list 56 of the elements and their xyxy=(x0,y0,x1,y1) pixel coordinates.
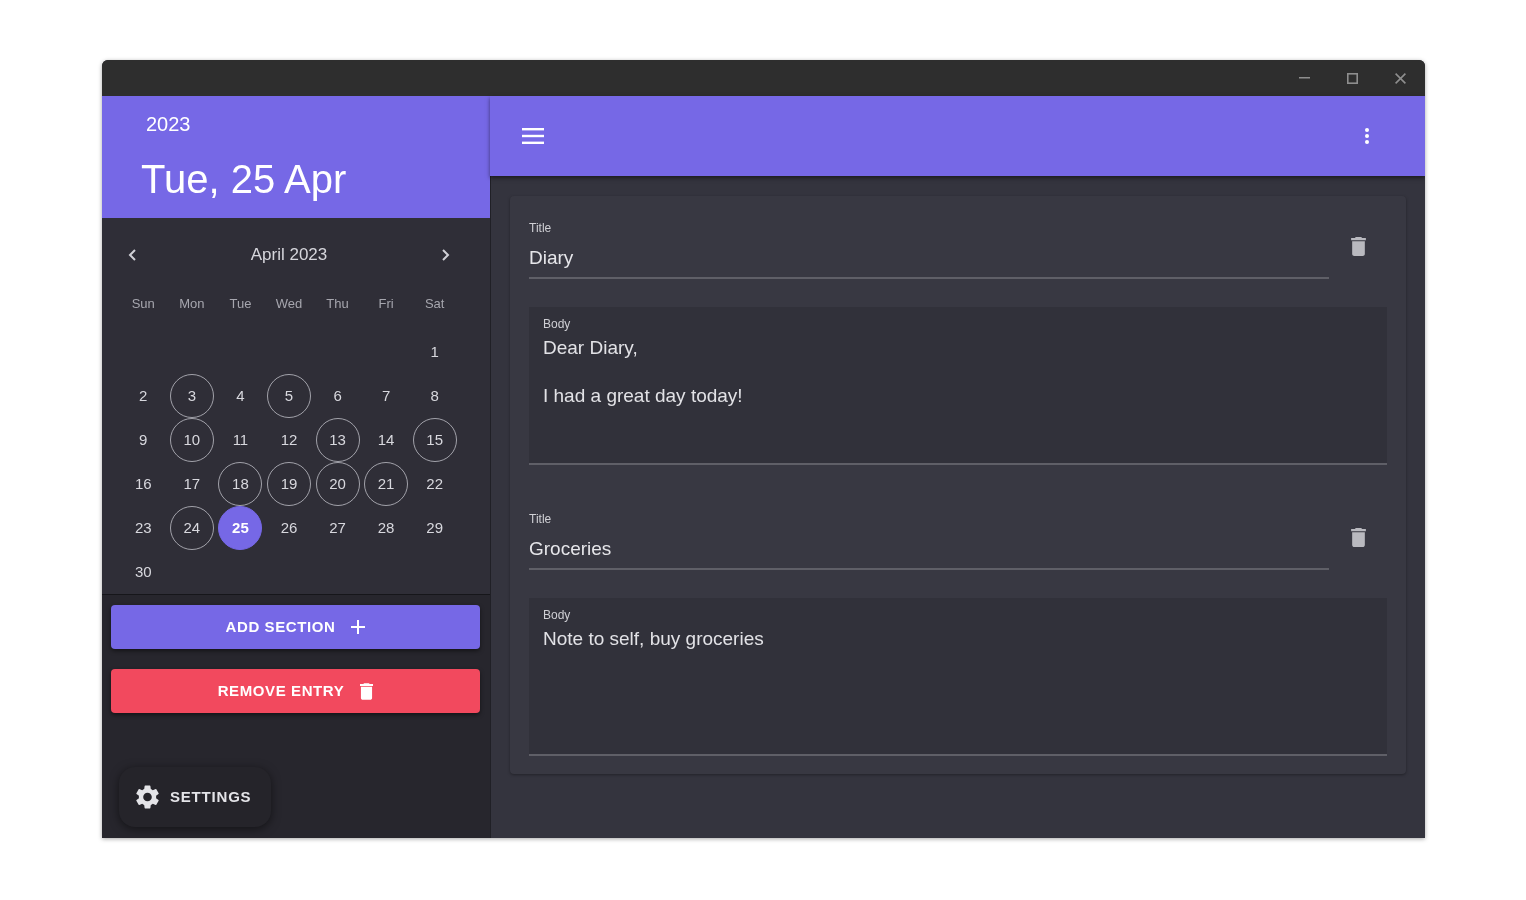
more-options-icon[interactable] xyxy=(1365,128,1369,144)
calendar-day[interactable]: 26 xyxy=(267,506,311,550)
title-text: Diary xyxy=(529,246,574,270)
weekday-label: Sun xyxy=(131,295,155,314)
calendar-day[interactable]: 25 xyxy=(218,506,263,550)
body-text: Note to self, buy groceries xyxy=(543,627,764,651)
trash-icon[interactable] xyxy=(1350,237,1366,256)
year-label[interactable]: 2023 xyxy=(146,112,191,136)
trash-icon[interactable] xyxy=(1350,528,1366,547)
maximize-icon[interactable] xyxy=(1347,72,1358,84)
weekday-label: Wed xyxy=(275,295,303,314)
body-text: Dear Diary, I had a great day today! xyxy=(543,336,743,408)
calendar-day[interactable]: 16 xyxy=(121,462,166,506)
selected-date: Tue, 25 Apr xyxy=(141,156,347,202)
calendar-day[interactable]: 1 xyxy=(412,330,457,374)
menu-icon[interactable] xyxy=(522,128,544,144)
calendar-day[interactable]: 17 xyxy=(169,462,214,506)
title-field[interactable]: Title Diary xyxy=(529,220,1329,279)
weekday-label: Sat xyxy=(424,295,445,314)
calendar-day[interactable]: 14 xyxy=(364,418,409,462)
remove-entry-button[interactable]: REMOVE ENTRY xyxy=(111,669,480,713)
title-label: Title xyxy=(529,220,552,236)
calendar-day[interactable]: 2 xyxy=(121,374,166,418)
weekday-label: Tue xyxy=(229,295,252,314)
calendar-day[interactable]: 22 xyxy=(412,462,457,506)
calendar-day[interactable]: 4 xyxy=(218,374,263,418)
title-text: Groceries xyxy=(529,537,612,561)
close-icon[interactable] xyxy=(1395,72,1406,84)
calendar-day[interactable]: 6 xyxy=(315,374,360,418)
calendar-day[interactable]: 7 xyxy=(364,374,409,418)
calendar-day[interactable]: 12 xyxy=(267,418,311,462)
chevron-left-icon[interactable] xyxy=(128,249,136,261)
body-field[interactable]: Body Note to self, buy groceries xyxy=(529,598,1387,756)
weekday-label: Mon xyxy=(179,295,205,314)
title-label: Title xyxy=(529,511,552,527)
body-label: Body xyxy=(543,316,571,332)
weekday-label: Fri xyxy=(378,295,394,314)
body-field[interactable]: Body Dear Diary, I had a great day today! xyxy=(529,307,1387,465)
calendar-day[interactable]: 9 xyxy=(121,418,166,462)
plus-icon xyxy=(351,620,366,634)
weekday-label: Thu xyxy=(326,295,349,314)
calendar-day[interactable]: 27 xyxy=(315,506,360,550)
calendar-day[interactable]: 29 xyxy=(412,506,457,550)
add-section-button[interactable]: ADD SECTION xyxy=(111,605,480,649)
chevron-right-icon[interactable] xyxy=(442,249,450,261)
title-field[interactable]: Title Groceries xyxy=(529,511,1329,570)
settings-icon xyxy=(136,785,159,809)
calendar-day[interactable]: 28 xyxy=(364,506,409,550)
month-label: April 2023 xyxy=(250,244,328,267)
body-label: Body xyxy=(543,607,571,623)
calendar-day[interactable]: 23 xyxy=(121,506,166,550)
calendar-day[interactable]: 30 xyxy=(121,550,166,594)
calendar-day[interactable]: 11 xyxy=(218,418,263,462)
trash-icon[interactable] xyxy=(360,682,374,700)
calendar-day[interactable]: 8 xyxy=(412,374,457,418)
settings-button[interactable]: SETTINGS xyxy=(119,767,271,827)
